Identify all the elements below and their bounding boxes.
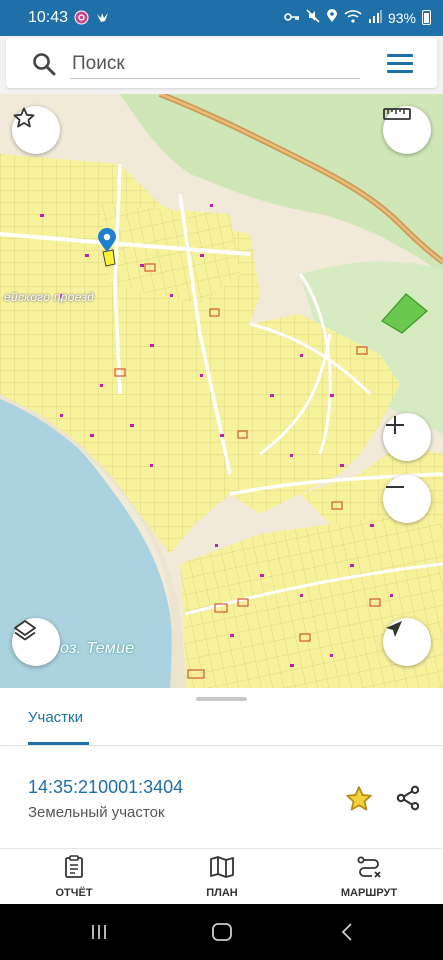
- plan-label: ПЛАН: [206, 887, 238, 899]
- zoom-out-button[interactable]: [383, 475, 431, 523]
- mute-icon: [306, 9, 320, 26]
- divider: [0, 745, 443, 746]
- home-icon[interactable]: [211, 922, 233, 947]
- plan-button[interactable]: ПЛАН: [172, 855, 272, 899]
- search-input[interactable]: [70, 49, 360, 79]
- map-street-label: ейского проезд: [4, 290, 95, 304]
- system-navigation-bar: [0, 904, 443, 960]
- bottom-navigation: ОТЧЁТ ПЛАН МАРШРУТ: [0, 848, 443, 904]
- status-bar: 10:43 93%: [0, 0, 443, 36]
- back-icon[interactable]: [338, 922, 358, 947]
- route-icon: [356, 856, 382, 883]
- signal-icon: [368, 9, 382, 26]
- map-canvas[interactable]: [0, 94, 443, 688]
- battery-icon: [422, 10, 431, 25]
- menu-icon[interactable]: [387, 54, 413, 73]
- sheet-drag-handle[interactable]: [196, 697, 247, 701]
- parcel-type: Земельный участок: [28, 804, 165, 821]
- layers-button[interactable]: [12, 618, 60, 666]
- search-bar: [6, 38, 437, 88]
- map-view[interactable]: ейского проезд оз. Темие: [0, 94, 443, 688]
- bird-icon: [95, 10, 110, 28]
- location-icon: [326, 9, 338, 26]
- key-icon: [284, 10, 300, 26]
- wifi-icon: [344, 9, 362, 26]
- ruler-button[interactable]: [383, 106, 431, 154]
- zoom-in-button[interactable]: [383, 413, 431, 461]
- share-icon[interactable]: [394, 784, 422, 817]
- parcel-cadastral-number[interactable]: 14:35:210001:3404: [28, 777, 183, 798]
- my-location-button[interactable]: [383, 618, 431, 666]
- app-notification-icon: [74, 10, 89, 28]
- bottom-sheet: Участки 14:35:210001:3404 Земельный учас…: [0, 688, 443, 848]
- report-button[interactable]: ОТЧЁТ: [24, 855, 124, 899]
- search-icon[interactable]: [32, 52, 56, 81]
- route-button[interactable]: МАРШРУТ: [319, 855, 419, 899]
- recent-apps-icon[interactable]: [89, 922, 109, 947]
- route-label: МАРШРУТ: [340, 887, 398, 899]
- tab-parcels[interactable]: Участки: [28, 709, 83, 726]
- search-bar-container: [0, 36, 443, 94]
- map-water-label: оз. Темие: [60, 640, 135, 657]
- favorites-button[interactable]: [12, 106, 60, 154]
- report-label: ОТЧЁТ: [55, 887, 93, 899]
- map-icon: [209, 856, 235, 883]
- battery-percentage: 93%: [387, 9, 416, 26]
- status-time: 10:43: [28, 9, 69, 26]
- clipboard-icon: [63, 855, 85, 883]
- star-icon[interactable]: [344, 784, 374, 819]
